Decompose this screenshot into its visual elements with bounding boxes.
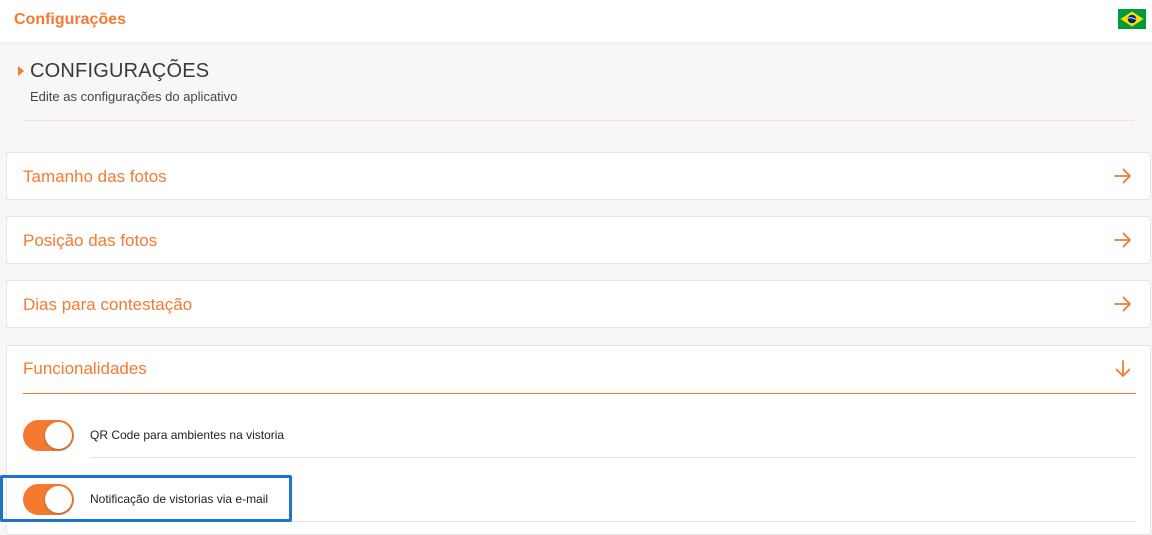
menu-item-label: Tamanho das fotos [23,167,167,186]
features-panel-title[interactable]: Funcionalidades [23,359,147,379]
menu-item-label: Dias para contestação [23,295,193,314]
header-divider [24,120,1134,121]
arrow-right-icon [1114,232,1131,248]
brazil-flag-icon[interactable] [1118,9,1146,29]
features-divider [23,393,1136,394]
menu-item-photo-size[interactable]: Tamanho das fotos [6,152,1151,200]
row-divider [90,457,1136,458]
highlight-box [0,475,292,522]
arrow-down-icon[interactable] [1113,359,1133,379]
qr-code-toggle[interactable] [23,420,74,451]
arrow-right-icon [1114,296,1131,312]
page-subtitle: Edite as configurações do aplicativo [30,89,238,104]
top-bar: Configurações [0,0,1152,42]
page-title: CONFIGURAÇÕES [30,60,210,82]
menu-item-label: Posição das fotos [23,231,158,250]
caret-right-icon [18,66,24,76]
arrow-right-icon [1114,168,1131,184]
toggle-knob [45,422,72,449]
qr-code-label: QR Code para ambientes na vistoria [90,428,285,442]
menu-item-contest-days[interactable]: Dias para contestação [6,280,1151,328]
app-title: Configurações [14,11,127,28]
menu-item-photo-position[interactable]: Posição das fotos [6,216,1151,264]
